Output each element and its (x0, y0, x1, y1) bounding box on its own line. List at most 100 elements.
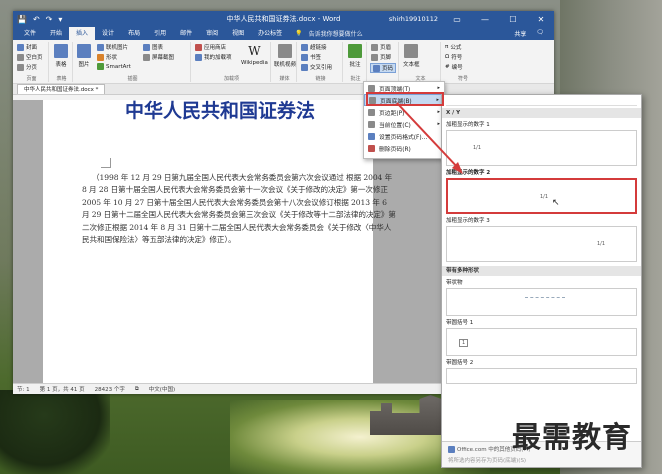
equation-button[interactable]: π 公式 (445, 43, 461, 51)
online-picture-button[interactable]: 联机图片 (97, 43, 128, 51)
user-name[interactable]: shirh19910112 (389, 15, 438, 23)
gallery-item-parentheses-1[interactable]: 1 (446, 328, 637, 356)
symbol-button[interactable]: Ω 符号 (445, 53, 462, 61)
chart-button[interactable]: 图表 (143, 43, 163, 51)
title-bar: 💾 ↶ ↷ ▾ 中华人民共和国证券法.docx - Word shirh1991… (13, 11, 554, 27)
screenshot-button[interactable]: 屏幕截图 (143, 53, 174, 61)
wikipedia-icon: W (248, 44, 261, 58)
gallery-item-bold-3[interactable]: 1/1 (446, 226, 637, 262)
tab-mailings[interactable]: 邮件 (173, 27, 199, 40)
picture-button[interactable]: 图片 (77, 44, 91, 68)
footer-icon (371, 53, 378, 61)
page-number-gallery: X / Y 加粗显示的数字 1 1/1 加粗显示的数字 2 1/1 ↖ 加粗显示的… (441, 94, 642, 468)
menu-item-format-page-numbers[interactable]: 设置页码格式(F)... (364, 130, 444, 142)
gallery-search-box[interactable] (446, 97, 637, 106)
gallery-item-label: 加粗显示的数字 1 (446, 122, 490, 128)
redo-icon[interactable]: ↷ (46, 15, 53, 24)
customize-qat-icon[interactable]: ▾ (58, 15, 62, 24)
save-selection-link[interactable]: 将所选内容另存为页码(底端)(S) (448, 456, 635, 464)
group-addins: 应用商店 我的加载项 W Wikipedia 加载项 (193, 42, 271, 82)
crossref-button[interactable]: 交叉引用 (301, 63, 332, 71)
comment-icon[interactable]: 🗨 (536, 29, 544, 38)
tab-design[interactable]: 设计 (95, 27, 121, 40)
page-margins-icon (368, 108, 375, 116)
group-media: 联机视频 媒体 (273, 42, 297, 82)
tab-home[interactable]: 开始 (43, 27, 69, 40)
header-button[interactable]: 页眉 (371, 43, 391, 51)
picture-icon (77, 44, 91, 58)
desktop-tree-left (0, 390, 110, 474)
minimize-button[interactable]: — (476, 15, 494, 24)
cover-page-button[interactable]: 封面 (17, 43, 37, 51)
gallery-section-shapes: 带有多种形状 (442, 266, 641, 276)
pi-icon: π (445, 44, 449, 50)
blank-page-button[interactable]: 空白页 (17, 53, 43, 61)
hyperlink-button[interactable]: 超链接 (301, 43, 327, 51)
tab-file[interactable]: 文件 (17, 27, 43, 40)
table-icon (54, 44, 68, 58)
group-table: 表格 表格 (51, 42, 73, 82)
group-label-media: 媒体 (279, 76, 290, 82)
ribbon-display-icon[interactable]: ▭ (448, 15, 466, 24)
top-of-page-icon (368, 84, 375, 92)
group-illustrations: 图片 联机图片 形状 SmartArt 图表 屏幕截图 插图 (75, 42, 191, 82)
ribbon-shape (525, 297, 565, 298)
page-break-button[interactable]: 分页 (17, 63, 37, 71)
menu-item-current-position[interactable]: 当前位置(C) ▸ (364, 118, 444, 130)
group-pages: 封面 空白页 分页 页面 (15, 42, 49, 82)
share-button[interactable]: 共享 (514, 29, 526, 38)
textbox-button[interactable]: 文本框 (403, 44, 420, 68)
bookmark-button[interactable]: 书签 (301, 53, 321, 61)
smartart-button[interactable]: SmartArt (97, 63, 131, 70)
menu-item-page-margins[interactable]: 页边距(P) ▸ (364, 106, 444, 118)
group-links: 超链接 书签 交叉引用 链接 (299, 42, 343, 82)
comment-button[interactable]: 批注 (348, 44, 362, 68)
gallery-item-ribbon[interactable] (446, 288, 637, 316)
footer-button[interactable]: 页脚 (371, 53, 391, 61)
status-language[interactable]: 中文(中国) (149, 385, 175, 393)
office-icon (448, 445, 455, 453)
chart-icon (143, 43, 150, 51)
store-icon (195, 43, 202, 51)
my-addins-button[interactable]: 我的加载项 (195, 53, 232, 61)
tab-review[interactable]: 审阅 (199, 27, 225, 40)
table-button[interactable]: 表格 (54, 44, 68, 68)
gallery-item-parentheses-2[interactable] (446, 368, 637, 384)
tab-view[interactable]: 视图 (225, 27, 251, 40)
status-words[interactable]: 28423 个字 (95, 385, 125, 393)
document-tab[interactable]: 中华人民共和国证券法.docx * (17, 84, 106, 94)
my-addins-icon (195, 53, 202, 61)
tell-me-box[interactable]: 告诉我你想要做什么 (309, 29, 363, 38)
wikipedia-button[interactable]: W Wikipedia (241, 44, 268, 66)
undo-icon[interactable]: ↶ (33, 15, 40, 24)
number-button[interactable]: # 编号 (445, 63, 463, 71)
tab-office-tab[interactable]: 办公标签 (251, 27, 289, 40)
new-comment-icon (348, 44, 362, 58)
page-break-icon (17, 63, 24, 71)
current-position-icon (368, 120, 375, 128)
proofing-icon[interactable]: ⧉ (135, 386, 139, 393)
gallery-item-bold-2[interactable]: 1/1 ↖ (446, 178, 637, 214)
status-section[interactable]: 节: 1 (17, 385, 30, 393)
group-header-footer: 页眉 页脚 页码 (369, 42, 399, 82)
crossref-icon (301, 63, 308, 71)
document-paragraph[interactable]: （1998 年 12 月 29 日第九届全国人民代表大会常务委员会第六次会议通过… (82, 172, 396, 246)
save-icon[interactable]: 💾 (17, 15, 27, 24)
group-label-pages: 页面 (26, 76, 37, 82)
tab-layout[interactable]: 布局 (121, 27, 147, 40)
cover-page-icon (17, 43, 24, 51)
maximize-button[interactable]: ☐ (504, 15, 522, 24)
gallery-item-bold-1[interactable]: 1/1 (446, 130, 637, 166)
menu-item-remove-page-numbers[interactable]: 删除页码(R) (364, 142, 444, 154)
status-page[interactable]: 第 1 页，共 41 页 (40, 385, 85, 393)
format-page-numbers-icon (368, 132, 375, 140)
store-button[interactable]: 应用商店 (195, 43, 226, 51)
online-video-button[interactable]: 联机视频 (274, 44, 296, 68)
page-number-button[interactable]: 页码 (370, 63, 397, 73)
close-button[interactable]: ✕ (532, 15, 550, 24)
shapes-button[interactable]: 形状 (97, 53, 117, 61)
group-label-links: 链接 (315, 76, 326, 82)
tab-references[interactable]: 引用 (147, 27, 173, 40)
screenshot-icon (143, 53, 150, 61)
tab-insert[interactable]: 插入 (69, 27, 96, 40)
